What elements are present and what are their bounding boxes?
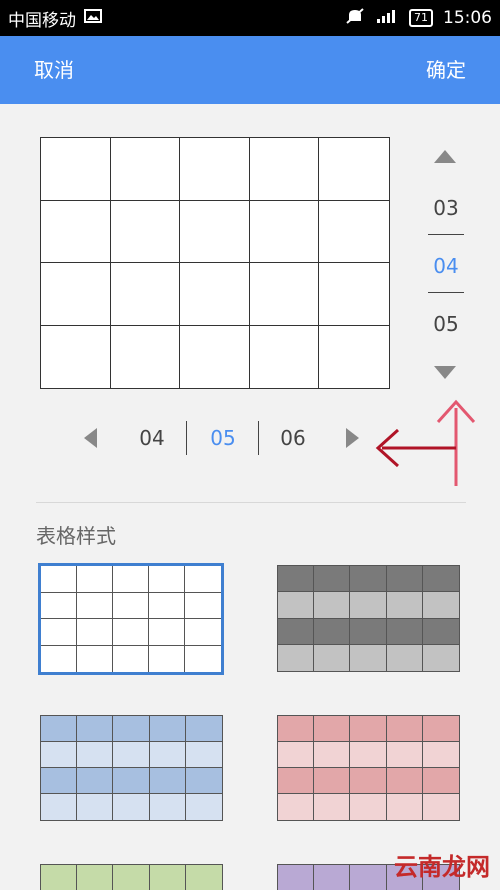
triangle-up-icon[interactable] [434,150,456,163]
preview-cell [249,263,320,326]
preview-cell [110,200,181,263]
table-style-red[interactable] [277,715,460,821]
column-option-selected[interactable]: 05 [198,426,248,450]
preview-cell [319,263,389,326]
table-style-green[interactable] [40,864,223,890]
row-option-next[interactable]: 05 [418,312,474,336]
column-count-picker[interactable]: 04 05 06 [80,418,380,458]
row-option-prev[interactable]: 03 [418,196,474,220]
triangle-right-icon[interactable] [346,428,359,448]
row-option-selected[interactable]: 04 [418,254,474,278]
picker-divider [186,421,187,455]
table-preview [40,137,390,389]
preview-cell [110,138,181,201]
picker-divider [428,234,464,235]
picker-divider [428,292,464,293]
preview-cell [41,263,111,326]
table-style-gray[interactable] [277,565,460,672]
signal-icon [375,8,399,29]
column-option-next[interactable]: 06 [268,426,318,450]
preview-cell [250,325,320,388]
preview-cell [180,200,250,263]
status-bar: 中国移动 71 15:06 [0,0,500,36]
preview-cell [319,138,389,201]
image-icon [84,8,102,28]
preview-cell [249,138,320,201]
preview-cell [41,325,111,388]
triangle-left-icon[interactable] [84,428,97,448]
preview-cell [249,200,320,263]
table-style-plain[interactable] [38,563,224,675]
row-count-picker[interactable]: 03 04 05 [418,140,474,390]
column-option-prev[interactable]: 04 [127,426,177,450]
preview-cell [111,325,181,388]
preview-cell [180,325,250,388]
preview-cell [41,138,111,201]
preview-cell [180,263,250,326]
confirm-button[interactable]: 确定 [426,36,466,104]
carrier-name: 中国移动 [8,10,76,31]
cancel-button[interactable]: 取消 [34,36,74,104]
clock: 15:06 [443,8,492,28]
app-bar: 取消 确定 [0,36,500,104]
preview-cell [319,201,389,263]
triangle-down-icon[interactable] [434,366,456,379]
section-divider [36,502,466,503]
table-style-blue[interactable] [40,715,223,821]
preview-cell [180,138,250,201]
table-style-title: 表格样式 [36,524,116,548]
mute-icon [345,7,365,30]
preview-cell [41,200,111,263]
watermark: 云南龙网 [394,853,490,881]
battery-icon: 71 [409,9,433,27]
preview-cell [319,326,389,389]
preview-cell [110,263,181,326]
picker-divider [258,421,259,455]
